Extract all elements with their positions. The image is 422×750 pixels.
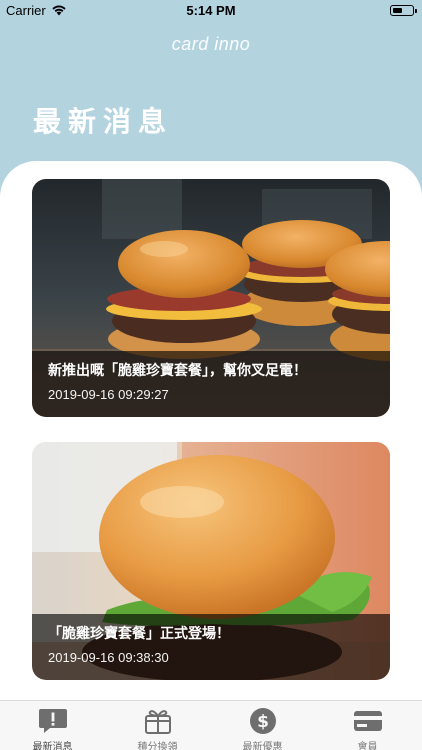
dollar-coin-icon: $ bbox=[250, 708, 276, 734]
news-card[interactable]: 「脆雞珍寶套餐」正式登場！ 2019-09-16 09:38:30 bbox=[32, 442, 390, 680]
tab-points[interactable]: 積分換領 bbox=[105, 705, 210, 750]
tab-news[interactable]: 最新消息 bbox=[0, 705, 105, 750]
news-title: 新推出嘅「脆雞珍寶套餐」，幫你叉足電！ bbox=[48, 363, 307, 379]
tab-bar: 最新消息 積分換領 $ 最新優惠 會員 bbox=[0, 700, 422, 750]
news-alert-icon bbox=[39, 709, 67, 733]
gift-icon bbox=[145, 710, 171, 734]
app-title: card inno bbox=[171, 34, 251, 54]
news-caption: 新推出嘅「脆雞珍寶套餐」，幫你叉足電！ 2019-09-16 09:29:27 bbox=[32, 351, 390, 417]
tab-label: 最新消息 bbox=[32, 742, 73, 750]
battery-icon bbox=[390, 5, 417, 16]
member-card-icon bbox=[354, 711, 382, 731]
news-caption: 「脆雞珍寶套餐」正式登場！ 2019-09-16 09:38:30 bbox=[32, 614, 390, 680]
page-title: 最新消息 bbox=[33, 105, 174, 138]
clock: 5:14 PM bbox=[186, 3, 236, 18]
tab-offers[interactable]: $ 最新優惠 bbox=[210, 705, 315, 750]
tab-label: 會員 bbox=[357, 742, 378, 750]
svg-text:$: $ bbox=[257, 712, 269, 732]
news-date: 2019-09-16 09:38:30 bbox=[48, 650, 169, 665]
news-title: 「脆雞珍寶套餐」正式登場！ bbox=[48, 626, 230, 642]
tab-member[interactable]: 會員 bbox=[315, 705, 420, 750]
news-card[interactable]: 新推出嘅「脆雞珍寶套餐」，幫你叉足電！ 2019-09-16 09:29:27 bbox=[32, 179, 390, 417]
status-bar: Carrier 5:14 PM bbox=[0, 0, 422, 22]
news-date: 2019-09-16 09:29:27 bbox=[48, 387, 169, 402]
tab-label: 積分換領 bbox=[137, 742, 178, 750]
tab-label: 最新優惠 bbox=[242, 742, 283, 750]
